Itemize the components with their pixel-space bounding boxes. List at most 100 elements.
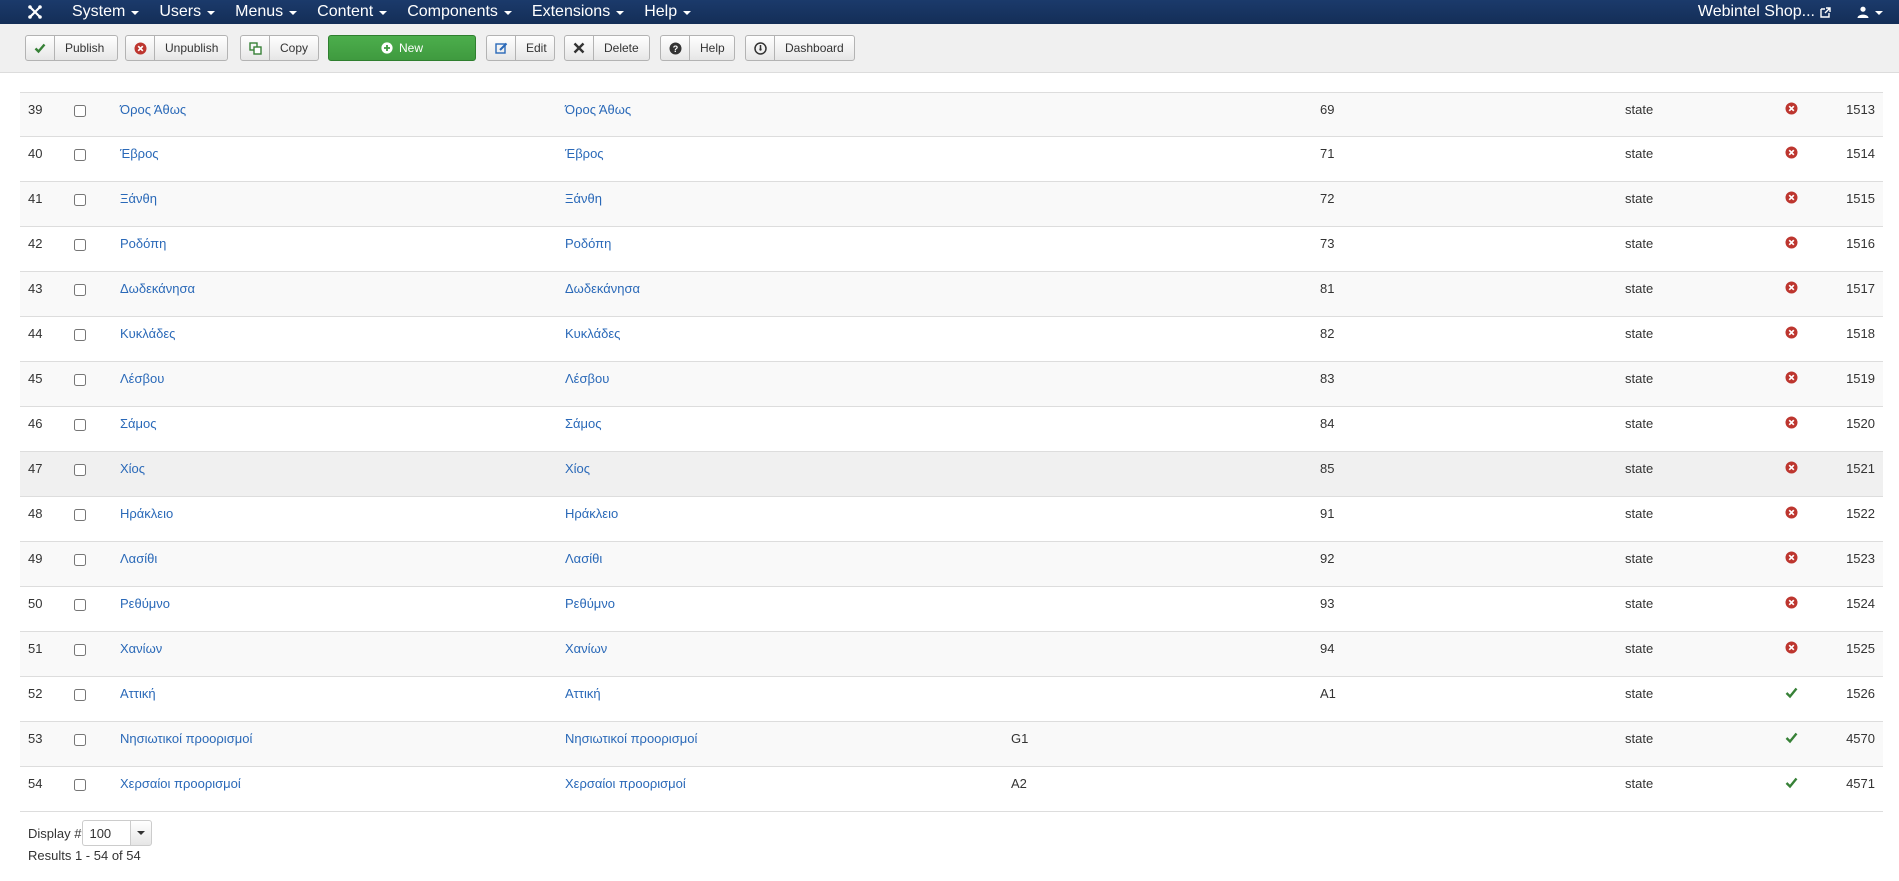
state-code-3: 73: [1320, 236, 1335, 251]
unpublished-icon[interactable]: [1785, 551, 1798, 568]
copy-button[interactable]: Copy: [240, 35, 319, 61]
state-name-link[interactable]: Ρεθύμνο: [120, 596, 170, 612]
published-icon[interactable]: [1785, 776, 1798, 793]
table-row: 48 Ηράκλειο Ηράκλειο 91 state 1522: [20, 497, 1883, 542]
row-checkbox[interactable]: [74, 194, 86, 210]
unpublished-icon[interactable]: [1785, 461, 1798, 478]
row-checkbox[interactable]: [74, 554, 86, 570]
copy-label: Copy: [280, 41, 309, 55]
unpublished-icon[interactable]: [1785, 236, 1798, 253]
state-name-localized-link[interactable]: Ροδόπη: [565, 236, 611, 252]
nav-menu-system[interactable]: System: [62, 0, 149, 24]
delete-button[interactable]: Delete: [564, 35, 650, 61]
state-name-localized-link[interactable]: Χερσαίοι προορισμοί: [565, 776, 686, 792]
row-checkbox[interactable]: [74, 734, 86, 750]
unpublished-icon[interactable]: [1785, 191, 1798, 208]
row-checkbox[interactable]: [74, 599, 86, 615]
row-checkbox[interactable]: [74, 105, 86, 121]
row-checkbox[interactable]: [74, 689, 86, 705]
row-checkbox[interactable]: [74, 329, 86, 345]
state-name-localized-link[interactable]: Ηράκλειο: [565, 506, 618, 522]
state-name-link[interactable]: Όρος Άθως: [120, 102, 186, 118]
published-icon[interactable]: [1785, 686, 1798, 703]
user-menu[interactable]: [1857, 6, 1883, 18]
row-checkbox[interactable]: [74, 374, 86, 390]
state-name-link[interactable]: Σάμος: [120, 416, 157, 432]
state-name-localized-link[interactable]: Αττική: [565, 686, 601, 702]
state-code-3: 85: [1320, 461, 1335, 476]
row-checkbox[interactable]: [74, 464, 86, 480]
nav-menu-components[interactable]: Components: [397, 0, 522, 24]
row-checkbox[interactable]: [74, 149, 86, 165]
state-name-localized-link[interactable]: Έβρος: [565, 146, 604, 162]
state-name-localized-link[interactable]: Κυκλάδες: [565, 326, 620, 342]
unpublished-icon[interactable]: [1785, 146, 1798, 163]
user-icon: [1857, 6, 1869, 18]
state-name-link[interactable]: Χερσαίοι προορισμοί: [120, 776, 241, 792]
list-limit-dropdown[interactable]: [130, 820, 153, 846]
table-row: 40 Έβρος Έβρος 71 state 1514: [20, 137, 1883, 182]
nav-menu-label: Components: [407, 3, 498, 20]
state-name-link[interactable]: Νησιωτικοί προορισμοί: [120, 731, 252, 747]
results-counter: Results 1 - 54 of 54: [28, 848, 141, 863]
row-checkbox[interactable]: [74, 779, 86, 795]
row-checkbox[interactable]: [74, 419, 86, 435]
state-name-localized-link[interactable]: Λασίθι: [565, 551, 602, 567]
state-name-localized-link[interactable]: Χανίων: [565, 641, 607, 657]
state-name-link[interactable]: Ηράκλειο: [120, 506, 173, 522]
state-name-localized-link[interactable]: Ξάνθη: [565, 191, 602, 207]
new-button[interactable]: New: [328, 35, 476, 61]
state-name-localized-link[interactable]: Όρος Άθως: [565, 102, 631, 118]
state-name-link[interactable]: Χανίων: [120, 641, 162, 657]
state-name-localized-link[interactable]: Ρεθύμνο: [565, 596, 615, 612]
nav-menu-extensions[interactable]: Extensions: [522, 0, 634, 24]
state-name-link[interactable]: Ξάνθη: [120, 191, 157, 207]
unpublish-button[interactable]: Unpublish: [125, 35, 228, 61]
nav-menu-menus[interactable]: Menus: [225, 0, 307, 24]
row-checkbox[interactable]: [74, 284, 86, 300]
caret-down-icon: [137, 831, 146, 835]
unpublished-icon[interactable]: [1785, 506, 1798, 523]
publish-button[interactable]: Publish: [25, 35, 118, 61]
unpublished-icon[interactable]: [1785, 371, 1798, 388]
state-code-3: A1: [1320, 686, 1336, 701]
nav-menu-users[interactable]: Users: [149, 0, 225, 24]
edit-button[interactable]: Edit: [486, 35, 555, 61]
external-link-icon: [1820, 6, 1831, 18]
published-icon[interactable]: [1785, 731, 1798, 748]
state-name-link[interactable]: Δωδεκάνησα: [120, 281, 195, 297]
state-name-link[interactable]: Χίος: [120, 461, 145, 477]
unpublished-icon[interactable]: [1785, 596, 1798, 613]
state-name-localized-link[interactable]: Σάμος: [565, 416, 602, 432]
row-checkbox[interactable]: [74, 239, 86, 255]
unpublished-icon[interactable]: [1785, 326, 1798, 343]
state-name-localized-link[interactable]: Λέσβου: [565, 371, 609, 387]
state-name-link[interactable]: Έβρος: [120, 146, 159, 162]
help-button[interactable]: ? Help: [660, 35, 735, 61]
dashboard-button[interactable]: Dashboard: [745, 35, 855, 61]
state-name-link[interactable]: Λέσβου: [120, 371, 164, 387]
state-name-link[interactable]: Κυκλάδες: [120, 326, 175, 342]
state-type: state: [1625, 686, 1654, 701]
row-number: 49: [28, 551, 43, 566]
row-checkbox[interactable]: [74, 644, 86, 660]
unpublished-icon[interactable]: [1785, 416, 1798, 433]
state-name-localized-link[interactable]: Χίος: [565, 461, 590, 477]
state-name-link[interactable]: Ροδόπη: [120, 236, 166, 252]
unpublished-icon[interactable]: [1785, 641, 1798, 658]
unpublished-icon[interactable]: [1785, 281, 1798, 298]
nav-menu-help[interactable]: Help: [634, 0, 701, 24]
joomla-logo-icon[interactable]: [22, 0, 48, 24]
list-limit-select[interactable]: 100: [82, 820, 131, 846]
nav-menu-content[interactable]: Content: [307, 0, 397, 24]
state-name-localized-link[interactable]: Νησιωτικοί προορισμοί: [565, 731, 697, 747]
state-name-link[interactable]: Αττική: [120, 686, 156, 702]
caret-down-icon: [131, 11, 140, 15]
unpublished-icon[interactable]: [1785, 102, 1798, 119]
state-type: state: [1625, 281, 1654, 296]
row-checkbox[interactable]: [74, 509, 86, 525]
state-name-localized-link[interactable]: Δωδεκάνησα: [565, 281, 640, 297]
site-link[interactable]: Webintel Shop...: [1698, 3, 1831, 21]
nav-menu-label: Content: [317, 3, 374, 20]
state-name-link[interactable]: Λασίθι: [120, 551, 157, 567]
